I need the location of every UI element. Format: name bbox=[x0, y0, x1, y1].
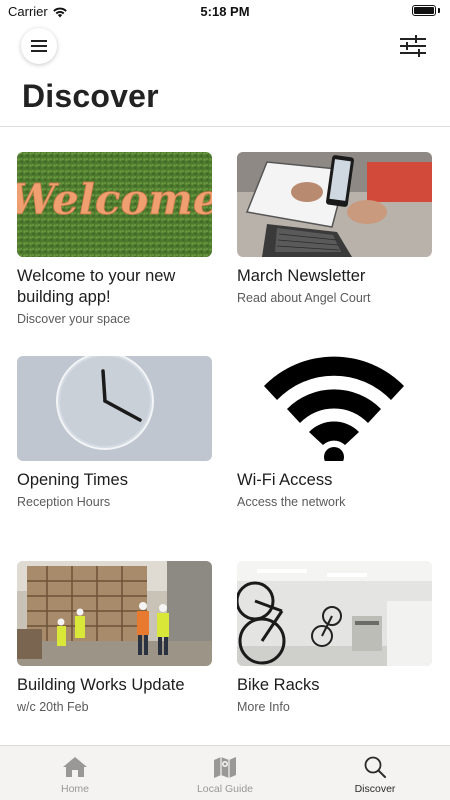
menu-button[interactable] bbox=[21, 28, 57, 64]
page-title: Discover bbox=[22, 78, 159, 114]
card-title: Welcome to your new building app! bbox=[17, 267, 176, 306]
card-newsletter[interactable]: March Newsletter Read about Angel Court bbox=[237, 152, 432, 306]
search-icon bbox=[364, 756, 386, 778]
home-icon bbox=[63, 757, 87, 777]
card-bike-racks[interactable]: Bike Racks More Info bbox=[237, 561, 432, 715]
tab-bar: Home Local Guide Discover bbox=[0, 745, 450, 800]
card-subtitle: More Info bbox=[237, 700, 290, 714]
tab-discover[interactable]: Discover bbox=[300, 746, 450, 800]
map-icon bbox=[214, 757, 236, 778]
newsletter-image bbox=[237, 152, 432, 257]
card-title: Wi-Fi Access bbox=[237, 471, 333, 489]
clock-image bbox=[17, 356, 212, 461]
card-title: Opening Times bbox=[17, 471, 128, 489]
card-title: Building Works Update bbox=[17, 676, 185, 694]
card-welcome[interactable]: Welcome Welcome to your new building app… bbox=[17, 152, 212, 327]
hamburger-icon bbox=[31, 40, 47, 52]
card-building-works[interactable]: Building Works Update w/c 20th Feb bbox=[17, 561, 212, 715]
card-title: Bike Racks bbox=[237, 676, 320, 694]
welcome-image: Welcome bbox=[17, 152, 212, 257]
welcome-sign-text: Welcome bbox=[17, 175, 212, 224]
sliders-icon bbox=[400, 35, 426, 57]
card-wifi[interactable]: Wi-Fi Access Access the network bbox=[237, 356, 432, 510]
battery-icon bbox=[412, 5, 436, 16]
card-opening-times[interactable]: Opening Times Reception Hours bbox=[17, 356, 212, 510]
header-divider bbox=[0, 126, 450, 127]
status-time: 5:18 PM bbox=[200, 4, 250, 19]
filter-button[interactable] bbox=[398, 32, 428, 60]
tab-label: Discover bbox=[354, 783, 396, 795]
tab-label: Home bbox=[60, 783, 89, 795]
status-bar: Carrier 5:18 PM bbox=[0, 0, 450, 22]
tab-home[interactable]: Home bbox=[0, 746, 150, 800]
card-subtitle: Reception Hours bbox=[17, 495, 111, 509]
bike-racks-image bbox=[237, 561, 432, 666]
card-subtitle: Access the network bbox=[237, 495, 346, 509]
battery-tip bbox=[438, 8, 440, 13]
tab-label: Local Guide bbox=[196, 783, 254, 795]
card-subtitle: w/c 20th Feb bbox=[17, 700, 89, 714]
card-subtitle: Discover your space bbox=[17, 312, 131, 326]
card-subtitle: Read about Angel Court bbox=[237, 291, 371, 305]
tab-local-guide[interactable]: Local Guide bbox=[150, 746, 300, 800]
card-title: March Newsletter bbox=[237, 267, 366, 285]
construction-image bbox=[17, 561, 212, 666]
wifi-image bbox=[237, 356, 432, 461]
